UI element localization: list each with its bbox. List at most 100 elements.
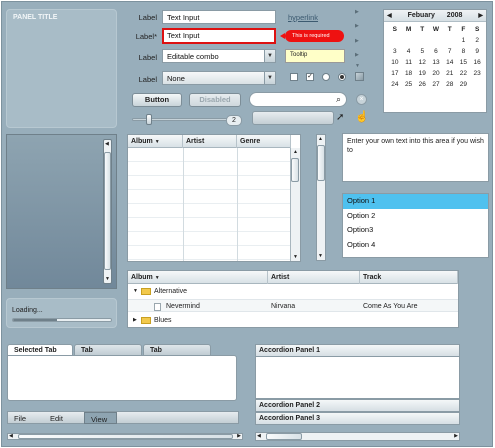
calendar-day[interactable]: 29 bbox=[457, 81, 471, 88]
grid-vertical-scrollbar[interactable]: ▲ ▼ bbox=[290, 148, 300, 261]
select-dropdown[interactable]: None ▼ bbox=[162, 71, 276, 85]
stepper-value[interactable]: 2 bbox=[226, 115, 242, 126]
calendar-day[interactable]: 25 bbox=[402, 81, 416, 88]
calendar-day[interactable]: 27 bbox=[429, 81, 443, 88]
list-item[interactable]: Option 4 bbox=[343, 238, 488, 253]
calendar-day[interactable]: 10 bbox=[388, 59, 402, 66]
button[interactable]: Button bbox=[132, 93, 182, 107]
prev-month-icon[interactable]: ◀ bbox=[387, 10, 392, 22]
menu-file[interactable]: File bbox=[8, 412, 32, 425]
scrollbar-thumb[interactable] bbox=[291, 158, 299, 182]
calendar-day[interactable]: 22 bbox=[457, 70, 471, 77]
vertical-scrollbar[interactable]: ◀ ▼ bbox=[103, 139, 112, 284]
expand-right-icon[interactable]: ▶ bbox=[133, 314, 137, 327]
scroll-down-icon[interactable]: ▼ bbox=[293, 254, 298, 260]
close-icon[interactable]: × bbox=[356, 94, 367, 105]
calendar-day[interactable]: 16 bbox=[470, 59, 484, 66]
menu-view[interactable]: View bbox=[84, 412, 117, 424]
calendar-day[interactable]: 12 bbox=[415, 59, 429, 66]
checkbox-checked[interactable]: ✓ bbox=[306, 73, 314, 81]
calendar-day[interactable]: 17 bbox=[388, 70, 402, 77]
scrollbar-thumb[interactable] bbox=[18, 434, 233, 439]
calendar-day[interactable]: 20 bbox=[429, 70, 443, 77]
scroll-up-icon[interactable]: ▲ bbox=[318, 136, 323, 142]
calendar-day[interactable]: 28 bbox=[443, 81, 457, 88]
radio-selected[interactable] bbox=[338, 73, 346, 81]
scroll-left-icon[interactable]: ◀ bbox=[257, 433, 261, 439]
calendar-day[interactable]: 15 bbox=[457, 59, 471, 66]
list-item[interactable]: Option3 bbox=[343, 223, 488, 238]
list-item[interactable]: Option 1 bbox=[343, 194, 488, 209]
column-album[interactable]: Album ▼ bbox=[128, 135, 183, 148]
resize-grip-icon[interactable] bbox=[355, 72, 364, 81]
menu-edit[interactable]: Edit bbox=[44, 412, 69, 425]
chevron-down-icon[interactable]: ▼ bbox=[264, 72, 275, 84]
calendar-day[interactable]: 9 bbox=[470, 48, 484, 55]
chevron-down-icon[interactable]: ▼ bbox=[264, 50, 275, 62]
accordion-panel-1[interactable]: Accordion Panel 1 bbox=[255, 344, 460, 357]
calendar-day[interactable]: 8 bbox=[457, 48, 471, 55]
column-genre[interactable]: Genre bbox=[237, 135, 291, 148]
scroll-down-icon[interactable]: ▼ bbox=[318, 253, 323, 259]
calendar-day[interactable]: 26 bbox=[415, 81, 429, 88]
scrollbar-thumb[interactable] bbox=[266, 433, 302, 440]
scroll-left-icon[interactable]: ◀ bbox=[9, 433, 13, 439]
editable-combo[interactable]: Editable combo ▼ bbox=[162, 49, 276, 63]
chevron-right-icon[interactable]: ▶ bbox=[355, 38, 359, 44]
text-area[interactable]: Enter your own text into this area if yo… bbox=[342, 133, 489, 182]
chevron-right-icon[interactable]: ▶ bbox=[355, 52, 359, 58]
list-item[interactable]: Option 2 bbox=[343, 209, 488, 224]
horizontal-scrollbar[interactable]: ◀ ▶ bbox=[255, 432, 460, 441]
calendar-day[interactable]: 3 bbox=[388, 48, 402, 55]
segmented-control[interactable] bbox=[252, 111, 334, 125]
calendar-day[interactable]: 23 bbox=[470, 70, 484, 77]
column-artist[interactable]: Artist bbox=[183, 135, 237, 148]
scroll-right-icon[interactable]: ▶ bbox=[237, 433, 241, 439]
chevron-right-icon[interactable]: ▶ bbox=[355, 9, 359, 15]
calendar-day[interactable]: 6 bbox=[429, 48, 443, 55]
calendar-day[interactable]: 21 bbox=[443, 70, 457, 77]
scroll-up-icon[interactable]: ◀ bbox=[105, 141, 109, 147]
calendar-day[interactable]: 5 bbox=[415, 48, 429, 55]
accordion-panel-2[interactable]: Accordion Panel 2 bbox=[255, 399, 460, 412]
chevron-down-icon[interactable]: ▼ bbox=[355, 63, 360, 69]
data-grid: Album ▼ Artist Genre ▲ ▼ bbox=[127, 134, 301, 262]
calendar-day[interactable]: 19 bbox=[415, 70, 429, 77]
chevron-right-icon[interactable]: ▶ bbox=[355, 23, 359, 29]
scrollbar-thumb[interactable] bbox=[317, 145, 325, 181]
calendar-day[interactable]: 13 bbox=[429, 59, 443, 66]
grid-body[interactable] bbox=[128, 148, 291, 261]
tree-row[interactable]: ▶ Blues bbox=[128, 314, 458, 327]
accordion-panel-3[interactable]: Accordion Panel 3 bbox=[255, 412, 460, 425]
next-month-icon[interactable]: ▶ bbox=[478, 10, 483, 22]
horizontal-scrollbar[interactable]: ◀ ▶ bbox=[7, 433, 243, 440]
checkbox-unchecked[interactable] bbox=[290, 73, 298, 81]
calendar-day[interactable]: 14 bbox=[443, 59, 457, 66]
text-input[interactable]: Text Input bbox=[162, 10, 276, 24]
scroll-down-icon[interactable]: ▼ bbox=[105, 276, 110, 282]
calendar-day[interactable]: 7 bbox=[443, 48, 457, 55]
panel: PANEL TITLE bbox=[6, 9, 117, 128]
scrollbar-thumb[interactable] bbox=[104, 152, 111, 270]
scroll-up-icon[interactable]: ▲ bbox=[293, 149, 298, 155]
expand-down-icon[interactable]: ▼ bbox=[133, 285, 138, 298]
radio-unselected[interactable] bbox=[322, 73, 330, 81]
tree-row[interactable]: ▼ Alternative bbox=[128, 285, 458, 298]
calendar-day[interactable]: 1 bbox=[457, 37, 471, 44]
required-text-input[interactable]: Text Input bbox=[162, 28, 276, 44]
search-input[interactable]: ⌕ bbox=[249, 92, 347, 107]
tree-row[interactable]: Nevermind Nirvana Come As You Are bbox=[128, 299, 458, 312]
column-artist[interactable]: Artist bbox=[268, 271, 360, 284]
search-icon[interactable]: ⌕ bbox=[336, 94, 341, 105]
calendar-day[interactable]: 2 bbox=[470, 37, 484, 44]
vertical-scrollbar[interactable]: ▲ ▼ bbox=[316, 134, 326, 261]
calendar-day[interactable]: 4 bbox=[402, 48, 416, 55]
calendar-day[interactable]: 18 bbox=[402, 70, 416, 77]
hyperlink[interactable]: hyperlink bbox=[288, 13, 318, 22]
slider-thumb[interactable] bbox=[146, 114, 152, 125]
calendar-day[interactable]: 11 bbox=[402, 59, 416, 66]
scroll-right-icon[interactable]: ▶ bbox=[454, 433, 458, 439]
calendar-day[interactable]: 24 bbox=[388, 81, 402, 88]
column-track[interactable]: Track bbox=[360, 271, 458, 284]
column-album[interactable]: Album ▼ bbox=[128, 271, 268, 284]
